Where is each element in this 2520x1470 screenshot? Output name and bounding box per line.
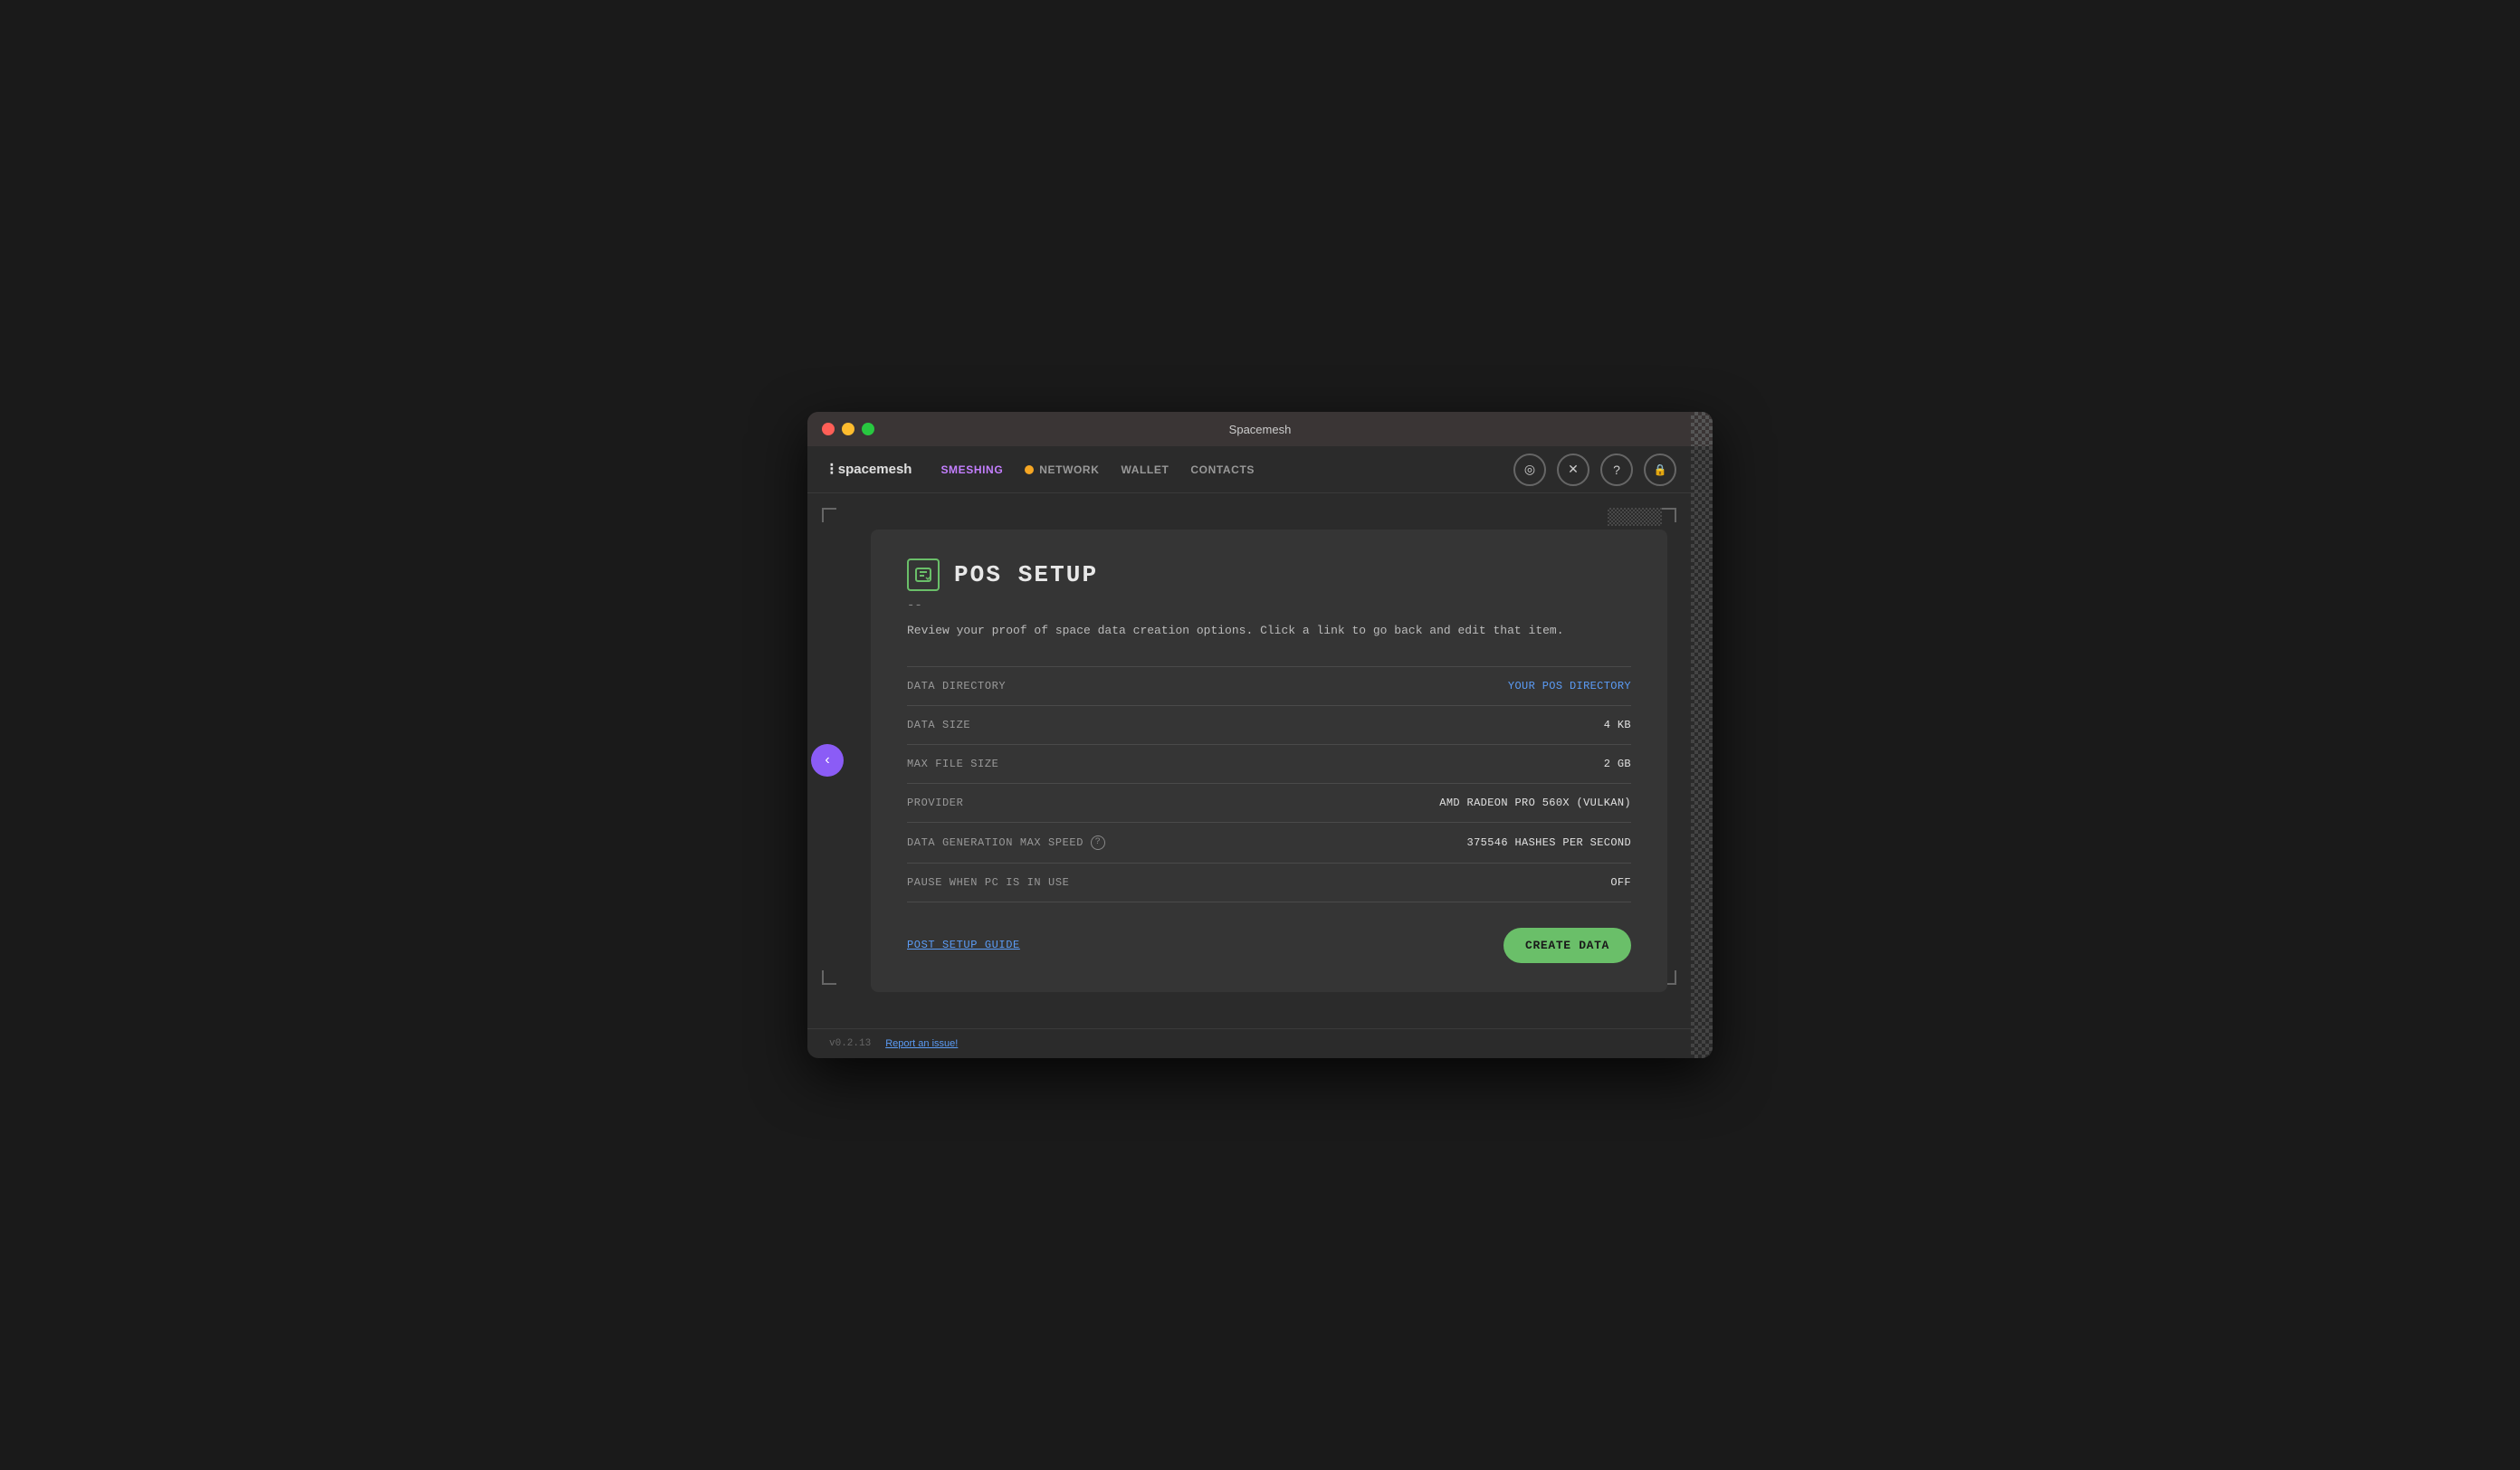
network-status-dot <box>1025 465 1034 474</box>
atom-icon-button[interactable]: ✕ <box>1557 453 1589 486</box>
main-content: ‹ POS SETUP -- Review your proof of spac… <box>807 493 1713 1028</box>
create-data-button[interactable]: CREATE DATA <box>1503 928 1631 963</box>
titlebar-controls <box>822 423 874 435</box>
data-directory-label: DATA DIRECTORY <box>907 680 1006 692</box>
data-gen-speed-row: DATA GENERATION MAX SPEED ? 375546 HASHE… <box>907 823 1631 864</box>
target-icon: ◎ <box>1524 462 1535 477</box>
provider-value: AMD RADEON PRO 560X (VULKAN) <box>1439 797 1631 809</box>
lock-icon: 🔒 <box>1654 463 1667 476</box>
data-size-label: DATA SIZE <box>907 719 970 731</box>
bracket-top-left <box>822 508 836 522</box>
target-icon-button[interactable]: ◎ <box>1513 453 1546 486</box>
titlebar-checker <box>1691 412 1713 446</box>
nav-items: SMESHING NETWORK WALLET CONTACTS <box>940 463 1255 476</box>
help-icon: ? <box>1613 463 1620 477</box>
pause-when-pc-value: OFF <box>1610 876 1631 889</box>
provider-label: PROVIDER <box>907 797 963 809</box>
maximize-button[interactable] <box>862 423 874 435</box>
data-rows: DATA DIRECTORY YOUR POS DIRECTORY DATA S… <box>907 666 1631 902</box>
pos-title: POS SETUP <box>954 561 1098 588</box>
app-footer: v0.2.13 Report an issue! <box>807 1028 1713 1058</box>
back-button[interactable]: ‹ <box>811 744 844 777</box>
window-title: Spacemesh <box>1229 423 1292 436</box>
logo-symbol: ⁝ <box>829 460 835 479</box>
pos-description: Review your proof of space data creation… <box>907 622 1631 641</box>
footer-version: v0.2.13 <box>829 1038 871 1049</box>
pause-when-pc-row: PAUSE WHEN PC IS IN USE OFF <box>907 864 1631 902</box>
data-gen-speed-help-icon[interactable]: ? <box>1091 835 1105 850</box>
bracket-bottom-left <box>822 970 836 985</box>
bracket-top-right <box>1662 508 1676 522</box>
nav-wallet[interactable]: WALLET <box>1121 463 1169 476</box>
report-issue-link[interactable]: Report an issue! <box>885 1038 958 1049</box>
data-directory-row: DATA DIRECTORY YOUR POS DIRECTORY <box>907 667 1631 706</box>
pos-icon <box>907 558 940 591</box>
data-size-row: DATA SIZE 4 KB <box>907 706 1631 745</box>
chevron-left-icon: ‹ <box>825 752 829 768</box>
max-file-size-value: 2 GB <box>1604 758 1631 770</box>
data-gen-speed-value: 375546 HASHES PER SECOND <box>1467 836 1631 849</box>
minimize-button[interactable] <box>842 423 854 435</box>
pos-setup-card: POS SETUP -- Review your proof of space … <box>871 530 1667 992</box>
help-icon-button[interactable]: ? <box>1600 453 1633 486</box>
post-setup-guide-link[interactable]: POST SETUP GUIDE <box>907 939 1020 951</box>
navbar: ⁝ spacemesh SMESHING NETWORK WALLET CONT… <box>807 446 1713 493</box>
pos-header: POS SETUP <box>907 558 1631 591</box>
nav-network-label: NETWORK <box>1039 463 1099 476</box>
data-directory-value[interactable]: YOUR POS DIRECTORY <box>1508 680 1631 692</box>
max-file-size-row: MAX FILE SIZE 2 GB <box>907 745 1631 784</box>
app-window: Spacemesh ⁝ spacemesh SMESHING NETWORK W… <box>807 412 1713 1058</box>
lock-icon-button[interactable]: 🔒 <box>1644 453 1676 486</box>
nav-smeshing[interactable]: SMESHING <box>940 463 1003 476</box>
titlebar: Spacemesh <box>807 412 1713 446</box>
max-file-size-label: MAX FILE SIZE <box>907 758 998 770</box>
noise-texture <box>1608 508 1662 526</box>
card-footer: POST SETUP GUIDE CREATE DATA <box>907 928 1631 963</box>
close-button[interactable] <box>822 423 835 435</box>
logo: ⁝ spacemesh <box>829 460 912 479</box>
nav-right-icons: ◎ ✕ ? 🔒 <box>1513 453 1676 486</box>
pos-separator: -- <box>907 598 1631 613</box>
provider-row: PROVIDER AMD RADEON PRO 560X (VULKAN) <box>907 784 1631 823</box>
atom-icon: ✕ <box>1568 462 1579 477</box>
nav-contacts[interactable]: CONTACTS <box>1190 463 1255 476</box>
nav-network[interactable]: NETWORK <box>1025 463 1099 476</box>
data-gen-speed-label: DATA GENERATION MAX SPEED ? <box>907 835 1105 850</box>
logo-text: spacemesh <box>838 462 912 477</box>
data-size-value: 4 KB <box>1604 719 1631 731</box>
pause-when-pc-label: PAUSE WHEN PC IS IN USE <box>907 876 1069 889</box>
